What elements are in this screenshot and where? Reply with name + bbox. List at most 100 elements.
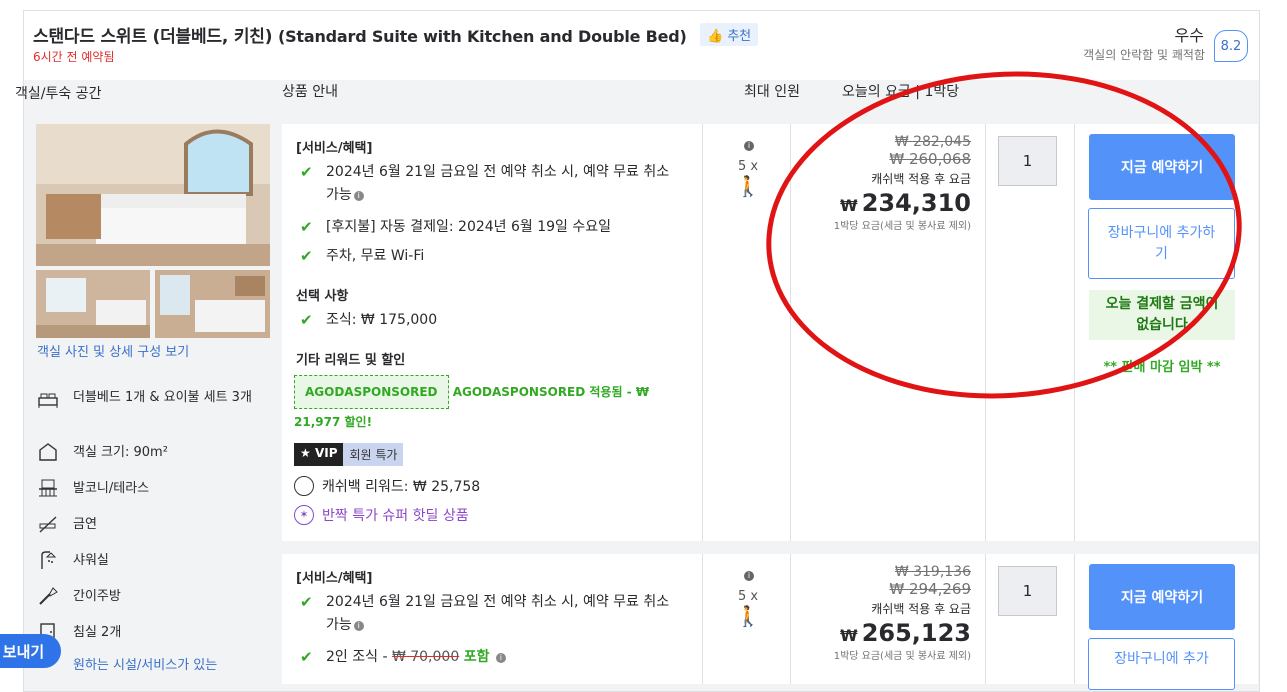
check-icon: ✔ bbox=[300, 218, 313, 236]
benefit-text: 2024년 6월 21일 금요일 전 예약 취소 시, 예약 무료 취소 가능 bbox=[326, 594, 670, 633]
vip-member-label: 회원 특가 bbox=[343, 443, 404, 466]
room-title-en: (Standard Suite with Kitchen and Double … bbox=[278, 27, 687, 46]
info-icon[interactable]: i bbox=[728, 568, 768, 583]
info-icon[interactable]: i bbox=[728, 138, 768, 153]
offer-1-price: ₩ 282,045 ₩ 260,068 캐쉬백 적용 후 요금 ₩234,310… bbox=[791, 124, 986, 541]
add-to-cart-button[interactable]: 장바구니에 추가 bbox=[1088, 638, 1235, 690]
check-icon: ✔ bbox=[300, 648, 313, 666]
shower-icon bbox=[37, 549, 59, 571]
kitchenette-icon bbox=[37, 585, 59, 607]
offer-2: [서비스/혜택] ✔ 2024년 6월 21일 금요일 전 예약 취소 시, 예… bbox=[282, 554, 1258, 690]
price-original-2: ₩ 294,269 bbox=[889, 580, 971, 598]
occupancy: i 5 x 🚶 bbox=[728, 138, 768, 198]
offer-1-occupancy: i 5 x 🚶 bbox=[702, 124, 791, 541]
check-icon: ✔ bbox=[300, 163, 313, 181]
feature-label: 더블베드 1개 & 요이불 세트 3개 bbox=[73, 390, 252, 405]
price-block: ₩ 319,136 ₩ 294,269 캐쉬백 적용 후 요금 ₩265,123… bbox=[801, 564, 971, 662]
check-icon: ✔ bbox=[300, 593, 313, 611]
cashback-reward: 캐쉬백 리워드: ₩ 25,758 bbox=[294, 476, 480, 496]
add-to-cart-button[interactable]: 장바구니에 추가하기 bbox=[1088, 208, 1235, 279]
feature-facility-link[interactable]: 원하는 시설/서비스가 있는 bbox=[73, 654, 217, 673]
room-size-icon bbox=[37, 441, 59, 463]
info-icon[interactable]: i bbox=[495, 653, 506, 663]
options-title: 선택 사항 bbox=[296, 289, 349, 304]
feature-label: 간이주방 bbox=[73, 589, 121, 604]
price-final: ₩234,310 bbox=[840, 189, 971, 217]
recommend-badge[interactable]: 👍 추천 bbox=[700, 23, 758, 46]
vip-label: ★ VIP bbox=[294, 443, 344, 466]
person-icon: 🚶 bbox=[735, 174, 761, 198]
offer-2-actions: 지금 예약하기 장바구니에 추가 bbox=[1075, 554, 1258, 690]
occupancy: i 5 x 🚶 bbox=[728, 568, 768, 628]
feature-label: 샤워실 bbox=[73, 553, 109, 568]
room-photos-link[interactable]: 객실 사진 및 상세 구성 보기 bbox=[37, 341, 189, 360]
room-space-header: 객실/투숙 공간 bbox=[15, 86, 102, 102]
book-now-button[interactable]: 지금 예약하기 bbox=[1089, 134, 1235, 200]
offer-2-benefits: [서비스/혜택] ✔ 2024년 6월 21일 금요일 전 예약 취소 시, 예… bbox=[282, 554, 703, 684]
offer-2-price: ₩ 319,136 ₩ 294,269 캐쉬백 적용 후 요금 ₩265,123… bbox=[791, 554, 986, 684]
room-thumb-1[interactable] bbox=[36, 270, 150, 338]
benefit-free-cancel: ✔ 2024년 6월 21일 금요일 전 예약 취소 시, 예약 무료 취소 가… bbox=[300, 161, 670, 207]
offer-1-benefits: [서비스/혜택] ✔ 2024년 6월 21일 금요일 전 예약 취소 시, 예… bbox=[282, 124, 703, 541]
info-icon[interactable]: i bbox=[353, 621, 364, 631]
feature-label: 원하는 시설/서비스가 있는 bbox=[73, 658, 218, 673]
cashback-label: 캐쉬백 적용 후 요금 bbox=[871, 172, 971, 186]
feature-shower: 샤워실 bbox=[37, 549, 109, 571]
option-text: 조식: ₩ 175,000 bbox=[326, 312, 438, 328]
benefit-text: 주차, 무료 Wi-Fi bbox=[326, 248, 425, 264]
check-icon: ✔ bbox=[300, 311, 313, 329]
price-original-2: ₩ 260,068 bbox=[889, 150, 971, 168]
benefit-text: [후지불] 자동 결제일: 2024년 6월 19일 수요일 bbox=[326, 219, 612, 235]
benefits-title: [서비스/혜택] bbox=[296, 571, 373, 586]
no-payment-today: 오늘 결제할 금액이 없습니다 bbox=[1089, 290, 1235, 340]
occupancy-header: 최대 인원 bbox=[744, 84, 800, 100]
super-deal-text: 반짝 특가 슈퍼 핫딜 상품 bbox=[322, 508, 469, 524]
room-title-ko: 스탠다드 스위트 (더블베드, 키친) bbox=[33, 27, 273, 47]
rating-word: 우수 bbox=[1174, 26, 1204, 45]
check-icon: ✔ bbox=[300, 247, 313, 265]
send-button[interactable]: 보내기 bbox=[0, 634, 61, 668]
person-icon: 🚶 bbox=[735, 604, 761, 628]
recommend-label: 추천 bbox=[727, 29, 751, 44]
room-thumb-2[interactable] bbox=[155, 270, 270, 338]
thumbs-up-icon: 👍 bbox=[707, 29, 724, 44]
room-title: 스탠다드 스위트 (더블베드, 키친) (Standard Suite with… bbox=[33, 22, 758, 47]
agoda-badge: AGODASPONSORED bbox=[294, 375, 449, 409]
info-icon[interactable]: i bbox=[353, 191, 364, 201]
product-header: 상품 안내 bbox=[282, 84, 338, 100]
offer-1-quantity: 1 bbox=[986, 124, 1075, 541]
rating-score: 8.2 bbox=[1214, 30, 1248, 62]
cashback-text: 캐쉬백 리워드: ₩ 25,758 bbox=[322, 479, 481, 495]
feature-label: 금연 bbox=[73, 517, 97, 532]
cashback-label: 캐쉬백 적용 후 요금 bbox=[871, 602, 971, 616]
offer-2-quantity: 1 bbox=[986, 554, 1075, 684]
balcony-icon bbox=[37, 477, 59, 499]
book-now-button[interactable]: 지금 예약하기 bbox=[1089, 564, 1235, 630]
benefits-title: [서비스/혜택] bbox=[296, 141, 373, 156]
benefit-free-cancel: ✔ 2024년 6월 21일 금요일 전 예약 취소 시, 예약 무료 취소 가… bbox=[300, 591, 670, 637]
rewards-title: 기타 리워드 및 할인 bbox=[296, 353, 406, 368]
vip-badge: ★ VIP 회원 특가 bbox=[294, 443, 404, 466]
room-quantity-select[interactable]: 1 bbox=[998, 136, 1057, 186]
feature-nosmoking: 금연 bbox=[37, 513, 97, 535]
benefit-parking-wifi: ✔ 주차, 무료 Wi-Fi bbox=[300, 245, 424, 268]
room-photo-main[interactable] bbox=[36, 124, 270, 266]
agoda-sponsored: AGODASPONSORED AGODASPONSORED 적용됨 - ₩ 21… bbox=[294, 375, 684, 435]
room-quantity-select[interactable]: 1 bbox=[998, 566, 1057, 616]
offer-1-actions: 지금 예약하기 장바구니에 추가하기 오늘 결제할 금액이 없습니다 ** 판매… bbox=[1075, 124, 1258, 541]
deal-icon: ✶ bbox=[294, 505, 314, 525]
offer-1: [서비스/혜택] ✔ 2024년 6월 21일 금요일 전 예약 취소 시, 예… bbox=[282, 124, 1258, 541]
per-night-note: 1박당 요금(세금 및 봉사료 제외) bbox=[833, 651, 971, 662]
feature-size: 객실 크기: 90m² bbox=[37, 441, 168, 463]
benefit-breakfast: ✔ 2인 조식 - ₩ 70,000 포함 i bbox=[300, 646, 506, 669]
room-header: 스탠다드 스위트 (더블베드, 키친) (Standard Suite with… bbox=[24, 11, 1259, 79]
feature-kitchen: 간이주방 bbox=[37, 585, 121, 607]
no-smoking-icon bbox=[37, 513, 59, 535]
bed-icon bbox=[37, 389, 59, 411]
feature-label: 발코니/테라스 bbox=[73, 481, 150, 496]
rating-subtitle: 객실의 안락함 및 쾌적함 bbox=[1083, 48, 1205, 62]
benefit-pay-later: ✔ [후지불] 자동 결제일: 2024년 6월 19일 수요일 bbox=[300, 216, 611, 239]
price-block: ₩ 282,045 ₩ 260,068 캐쉬백 적용 후 요금 ₩234,310… bbox=[801, 134, 971, 232]
price-final: ₩265,123 bbox=[840, 619, 971, 647]
feature-balcony: 발코니/테라스 bbox=[37, 477, 149, 499]
